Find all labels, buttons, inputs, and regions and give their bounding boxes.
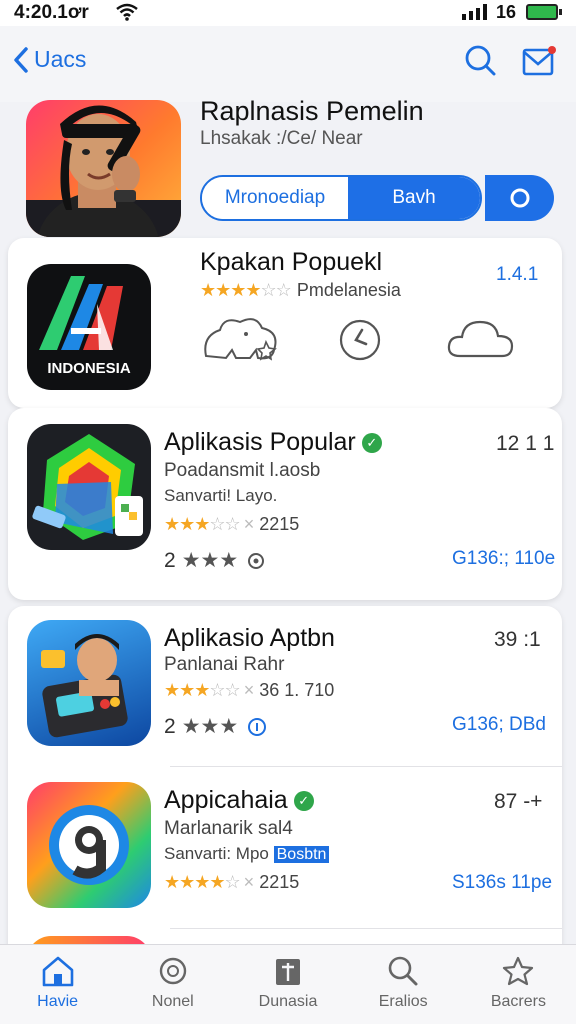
app-rating-3: ★★★★ ☆ × 2215 (164, 872, 300, 892)
app-title-2: Aplikasio Aptbn (164, 624, 335, 652)
featured-title: Kpakan Popuekl (200, 248, 383, 276)
app-price-3[interactable]: S136s 11pe (452, 872, 552, 894)
app-highlight-3: Bosbtn (273, 846, 330, 863)
tab-home-label: Havie (37, 993, 79, 1010)
app-price-2[interactable]: G136; DBd (452, 714, 546, 736)
info-icon (248, 717, 267, 736)
tab-bacrers-label: Bacrers (490, 993, 546, 1010)
tab-dunasia[interactable]: Dunasia (230, 945, 345, 1024)
back-label: Uacs (34, 46, 87, 72)
app-score-num-1: 2 (164, 548, 176, 572)
segment-left[interactable]: Mronoediap (202, 177, 348, 219)
featured-rating-text: Pmdelanesia (296, 280, 401, 300)
mail-icon[interactable] (522, 46, 556, 81)
app-line2-3: Sanvarti: Mpo Bosbtn (164, 844, 330, 864)
list-divider (170, 928, 562, 929)
wifi-icon (116, 3, 138, 26)
hero-image[interactable] (26, 100, 181, 237)
app-rating-1: ★★★ ☆☆ × 2215 (164, 514, 300, 534)
featured-rating: ★★★★ ☆☆ Pmdelanesia (200, 280, 401, 300)
back-button[interactable]: Uacs (14, 46, 86, 73)
animal-icon[interactable] (200, 312, 284, 369)
circle-button[interactable] (485, 175, 554, 221)
app-line1-2: Panlanai Rahr (164, 654, 285, 675)
app-icon-1 (27, 424, 151, 550)
search-icon[interactable] (464, 44, 496, 81)
app-card-1[interactable]: Aplikasis Popular ✓ 12 1 1 Poadansmit l.a… (8, 408, 562, 600)
app-line2-1: Sanvarti! Layo. (164, 486, 278, 505)
app-icon-2 (27, 620, 151, 746)
app-score-2: 2 ★★★ (164, 714, 268, 739)
search-icon (388, 956, 418, 986)
home-icon (42, 956, 73, 987)
tab-nonel-label: Nonel (151, 993, 194, 1010)
tab-nonel[interactable]: Nonel (115, 945, 230, 1024)
hero-subtitle: Lhsakak :/Ce/ Near (200, 128, 363, 149)
verified-icon: ✓ (361, 433, 382, 454)
app-line1-1: Poadansmit l.aosb (164, 460, 321, 481)
cloud-icon[interactable] (446, 314, 516, 367)
app-line1-3: Marlanarik sal4 (164, 818, 293, 839)
app-rating-2: ★★★ ☆☆ × 36 1. 710 (164, 680, 335, 700)
app-score-1: 2 ★★★ (164, 548, 266, 573)
app-icon-3 (27, 782, 151, 908)
app-score-num-2: 2 (164, 714, 176, 738)
app-title-1-text: Aplikasis Popular (164, 428, 356, 456)
app-rating-text-3: 2215 (259, 872, 300, 892)
app-rating-text-1: 2215 (259, 514, 300, 534)
segment-right[interactable]: Bavh (348, 177, 480, 219)
tab-bar: Havie Nonel Dunasia Eralios Bacrers (0, 944, 576, 1024)
battery-percent: 16 (496, 2, 517, 22)
battery-icon (526, 4, 558, 20)
status-time: 4:20.1ơr (14, 2, 89, 23)
clock-icon[interactable] (338, 318, 382, 367)
app-list-card: Aplikasio Aptbn 39 :1 Panlanai Rahr ★★★ ☆… (8, 606, 562, 976)
battery-cap (559, 9, 562, 15)
tab-home[interactable]: Havie (0, 945, 115, 1024)
settings-icon (248, 552, 265, 569)
indonesia-app-icon: INDONESIA (27, 264, 151, 390)
tab-eralios[interactable]: Eralios (346, 945, 461, 1024)
app-rank-2: 39 :1 (494, 628, 541, 651)
tab-dunasia-label: Dunasia (258, 993, 318, 1010)
indonesia-icon-text: INDONESIA (47, 360, 131, 377)
hero-title: Raplnasis Pemelin (200, 96, 424, 126)
verified-icon: ✓ (293, 791, 314, 812)
app-rank-3: 87 -+ (494, 790, 543, 813)
star-icon (503, 956, 534, 986)
tab-bacrers[interactable]: Bacrers (461, 945, 576, 1024)
app-rating-text-2: 36 1. 710 (259, 680, 335, 700)
featured-card[interactable]: INDONESIA Kpakan Popuekl 1.4.1 ★★★★ ☆☆ Pm… (8, 238, 562, 408)
app-line2-3-text: Sanvarti: Mpo (164, 844, 269, 863)
list-divider (170, 766, 562, 767)
badge-icon (159, 957, 186, 985)
app-price-1[interactable]: G136:; 110e (452, 548, 555, 570)
status-bar: 4:20.1ơr 16 (0, 0, 576, 26)
nav-bar: Uacs (0, 26, 576, 102)
box-icon (276, 959, 300, 985)
app-title-3-text: Appicahaia (164, 786, 288, 814)
app-title-1: Aplikasis Popular ✓ (164, 428, 382, 457)
chevron-left-icon (14, 46, 28, 73)
app-rank-1: 12 1 1 (496, 432, 555, 455)
segmented-control: Mronoediap Bavh (200, 175, 482, 221)
tab-eralios-label: Eralios (378, 993, 428, 1010)
signal-icon (462, 4, 490, 25)
circle-icon (510, 188, 529, 208)
featured-rank: 1.4.1 (496, 264, 539, 285)
app-title-3: Appicahaia ✓ (164, 786, 314, 815)
